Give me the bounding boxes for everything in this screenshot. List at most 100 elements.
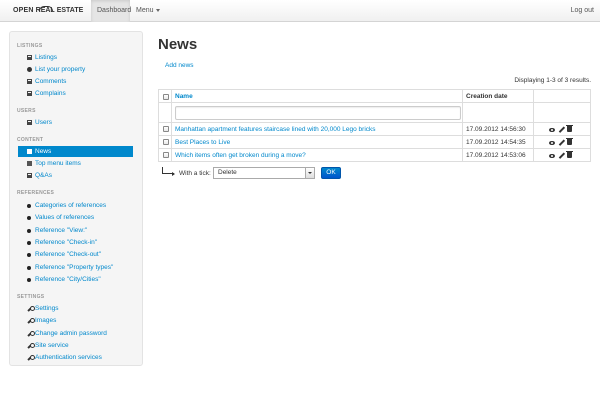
name-filter-input[interactable] — [175, 106, 461, 120]
edit-icon[interactable] — [558, 126, 564, 132]
select-all-checkbox[interactable] — [163, 94, 169, 100]
bullet-icon — [27, 252, 31, 257]
sidebar-item-ref-values[interactable]: Values of references — [18, 212, 133, 223]
sidebar-item-ref-checkin[interactable]: Reference "Check-in" — [18, 237, 133, 248]
header-name-cell: Name — [172, 90, 463, 102]
bulk-action-select[interactable]: Delete — [213, 167, 315, 179]
filter-check-cell — [159, 103, 172, 122]
row-check-cell — [159, 149, 172, 162]
ok-button[interactable]: OK — [321, 167, 341, 179]
sidebar-item-ref-checkout[interactable]: Reference "Check-out" — [18, 249, 133, 260]
chevron-down-icon — [305, 168, 314, 178]
top-navbar: OPEN REAL ESTATE Dashboard Menu Log out — [0, 0, 600, 22]
sidebar-item-listings[interactable]: Listings — [18, 52, 133, 63]
news-date: 17.09.2012 14:56:30 — [466, 126, 526, 133]
sidebar-header-users: USERS — [17, 108, 36, 114]
row-date-cell: 17.09.2012 14:53:06 — [463, 149, 534, 162]
table-row: Best Places to Live 17.09.2012 14:54:35 — [159, 136, 590, 149]
list-icon — [27, 79, 32, 85]
sidebar-item-news[interactable]: News — [18, 146, 133, 157]
sidebar-header-content: CONTENT — [17, 137, 44, 143]
chevron-down-icon — [155, 8, 160, 12]
sidebar-item-comments[interactable]: Comments — [18, 76, 133, 87]
sidebar-item-qas[interactable]: Q&As — [18, 170, 133, 181]
row-name-cell: Best Places to Live — [172, 136, 463, 148]
sidebar-item-users[interactable]: Users — [18, 117, 133, 128]
news-title-link[interactable]: Manhattan apartment features staircase l… — [175, 126, 376, 133]
filter-actions-cell — [534, 103, 590, 122]
news-date: 17.09.2012 14:54:35 — [466, 139, 526, 146]
grid-header-row: Name Creation date — [159, 90, 590, 103]
add-news-link[interactable]: Add news — [165, 62, 194, 69]
table-row: Manhattan apartment features staircase l… — [159, 123, 590, 136]
column-header-name[interactable]: Name — [175, 93, 193, 100]
row-check-cell — [159, 136, 172, 148]
view-icon[interactable] — [549, 140, 555, 145]
bullet-icon — [27, 240, 31, 245]
row-checkbox[interactable] — [163, 139, 169, 145]
sidebar-item-ref-categories[interactable]: Categories of references — [18, 200, 133, 211]
nav-menu-label: Menu — [136, 7, 154, 14]
brand-text-open: OPEN — [13, 7, 34, 14]
edit-icon[interactable] — [558, 152, 564, 158]
sidebar-header-listings: LISTINGS — [17, 43, 43, 49]
filter-date-cell — [463, 103, 534, 122]
wrench-icon — [27, 342, 35, 348]
bullet-icon — [27, 277, 31, 282]
bullet-icon — [27, 203, 31, 208]
corner-arrow-icon — [162, 167, 175, 176]
row-name-cell: Manhattan apartment features staircase l… — [172, 123, 463, 135]
nav-menu-dropdown[interactable]: Menu — [130, 0, 166, 22]
logout-link[interactable]: Log out — [565, 0, 600, 22]
wrench-icon — [27, 330, 35, 336]
delete-icon[interactable] — [566, 150, 573, 158]
sidebar-item-ref-cities[interactable]: Reference "City/Cities" — [18, 274, 133, 285]
bullet-icon — [27, 228, 31, 233]
bullet-icon — [27, 215, 31, 220]
sidebar-item-ref-view[interactable]: Reference "View:" — [18, 225, 133, 236]
sidebar-item-change-password[interactable]: Change admin password — [18, 328, 133, 339]
bulk-action-selected: Delete — [218, 169, 237, 176]
header-date-cell: Creation date — [463, 90, 534, 102]
sidebar-item-settings[interactable]: Settings — [18, 303, 133, 314]
bulk-label: With a tick: — [179, 170, 211, 177]
sidebar-item-complains[interactable]: Complains — [18, 88, 133, 99]
wrench-icon — [27, 317, 35, 323]
view-icon[interactable] — [549, 127, 555, 132]
row-checkbox[interactable] — [163, 152, 169, 158]
results-summary: Displaying 1-3 of 3 results. — [514, 77, 591, 84]
row-name-cell: Which items often get broken during a mo… — [172, 149, 463, 162]
delete-icon[interactable] — [566, 137, 573, 145]
grid-filter-row — [159, 103, 590, 123]
sidebar-header-references: REFERENCES — [17, 190, 55, 196]
nav-dashboard[interactable]: Dashboard — [91, 0, 131, 22]
plus-circle-icon — [27, 67, 32, 72]
news-title-link[interactable]: Best Places to Live — [175, 139, 230, 146]
sidebar-item-list-property[interactable]: List your property — [18, 64, 133, 75]
brand-text-estate: ESTATE — [56, 7, 84, 14]
view-icon[interactable] — [549, 153, 555, 158]
wrench-icon — [27, 305, 35, 311]
list-icon — [27, 173, 32, 179]
sidebar-item-images[interactable]: Images — [18, 315, 133, 326]
sidebar-item-top-menu[interactable]: Top menu items — [18, 158, 133, 169]
brand-text-real: REAL — [36, 5, 55, 17]
list-icon — [27, 55, 32, 61]
delete-icon[interactable] — [566, 124, 573, 132]
row-date-cell: 17.09.2012 14:56:30 — [463, 123, 534, 135]
list-icon — [27, 120, 32, 126]
header-actions-cell — [534, 90, 590, 102]
sidebar-item-auth-services[interactable]: Authentication services — [18, 352, 133, 363]
header-check-cell — [159, 90, 172, 102]
news-title-link[interactable]: Which items often get broken during a mo… — [175, 152, 306, 159]
page-title: News — [158, 36, 198, 53]
list-icon — [27, 91, 32, 97]
brand-logo[interactable]: OPEN REAL ESTATE — [13, 5, 83, 17]
wrench-icon — [27, 354, 35, 360]
row-actions-cell — [534, 136, 590, 148]
row-check-cell — [159, 123, 172, 135]
row-checkbox[interactable] — [163, 126, 169, 132]
sidebar-item-site-service[interactable]: Site service — [18, 340, 133, 351]
sidebar-item-ref-property-types[interactable]: Reference "Property types" — [18, 262, 133, 273]
edit-icon[interactable] — [558, 139, 564, 145]
